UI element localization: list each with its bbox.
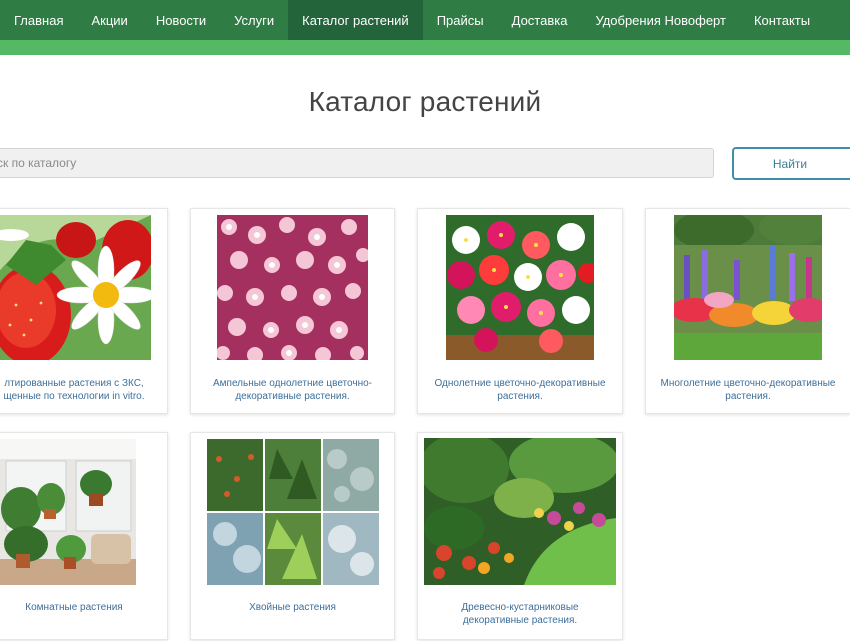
impatiens-image[interactable]: [446, 215, 594, 360]
caption-line[interactable]: лтированные растения с ЗКС,: [0, 377, 163, 390]
search-button[interactable]: Найти: [732, 147, 850, 180]
catalog-card[interactable]: Древесно-кустарниковые декоративные раст…: [417, 432, 623, 640]
nav-item-plant-catalog[interactable]: Каталог растений: [288, 0, 423, 40]
caption-line[interactable]: Древесно-кустарниковые: [422, 601, 618, 614]
conifers-collage-image[interactable]: [207, 439, 379, 585]
nav-item-price-lists[interactable]: Прайсы: [423, 0, 498, 40]
catalog-card-caption[interactable]: Ампельные однолетние цветочно- декоратив…: [191, 377, 394, 403]
caption-line[interactable]: Многолетние цветочно-декоративные: [650, 377, 846, 390]
houseplants-image[interactable]: [0, 439, 136, 585]
main-navigation: Главная Акции Новости Услуги Каталог рас…: [0, 0, 850, 40]
catalog-card-caption[interactable]: Многолетние цветочно-декоративные растен…: [646, 377, 850, 403]
catalog-card-caption[interactable]: Однолетние цветочно-декоративные растени…: [418, 377, 622, 403]
caption-line[interactable]: щенные по технологии in vitro.: [0, 390, 163, 403]
caption-line[interactable]: Комнатные растения: [0, 601, 163, 614]
catalog-card[interactable]: Комнатные растения: [0, 432, 168, 640]
nav-item-services[interactable]: Услуги: [220, 0, 288, 40]
perennial-garden-image[interactable]: [674, 215, 822, 360]
caption-line[interactable]: Однолетние цветочно-декоративные: [422, 377, 618, 390]
nav-item-home[interactable]: Главная: [0, 0, 77, 40]
caption-line[interactable]: декоративные растения.: [422, 614, 618, 627]
catalog-card-caption[interactable]: Древесно-кустарниковые декоративные раст…: [418, 601, 622, 627]
catalog-card[interactable]: Многолетние цветочно-декоративные растен…: [645, 208, 850, 414]
nav-item-contacts[interactable]: Контакты: [740, 0, 824, 40]
catalog-card-caption[interactable]: Комнатные растения: [0, 601, 167, 614]
caption-line[interactable]: Хвойные растения: [195, 601, 390, 614]
caption-line[interactable]: растения.: [422, 390, 618, 403]
catalog-card[interactable]: Хвойные растения: [190, 432, 395, 640]
catalog-card[interactable]: Ампельные однолетние цветочно- декоратив…: [190, 208, 395, 414]
catalog-card[interactable]: Однолетние цветочно-декоративные растени…: [417, 208, 623, 414]
nav-item-promotions[interactable]: Акции: [77, 0, 141, 40]
catalog-card[interactable]: лтированные растения с ЗКС, щенные по те…: [0, 208, 168, 414]
nav-accent-strip: [0, 40, 850, 55]
nav-item-news[interactable]: Новости: [142, 0, 220, 40]
strawberry-daisy-image[interactable]: [0, 215, 151, 360]
nav-item-fertilizers[interactable]: Удобрения Новоферт: [581, 0, 740, 40]
caption-line[interactable]: Ампельные однолетние цветочно-: [195, 377, 390, 390]
catalog-search-input[interactable]: [0, 148, 714, 178]
catalog-card-caption[interactable]: лтированные растения с ЗКС, щенные по те…: [0, 377, 167, 403]
caption-line[interactable]: растения.: [650, 390, 846, 403]
pink-alyssum-image[interactable]: [217, 215, 368, 360]
catalog-card-caption[interactable]: Хвойные растения: [191, 601, 394, 614]
page-title: Каталог растений: [308, 86, 542, 117]
nav-item-delivery[interactable]: Доставка: [498, 0, 582, 40]
shrub-garden-image[interactable]: [424, 438, 616, 585]
caption-line[interactable]: декоративные растения.: [195, 390, 390, 403]
